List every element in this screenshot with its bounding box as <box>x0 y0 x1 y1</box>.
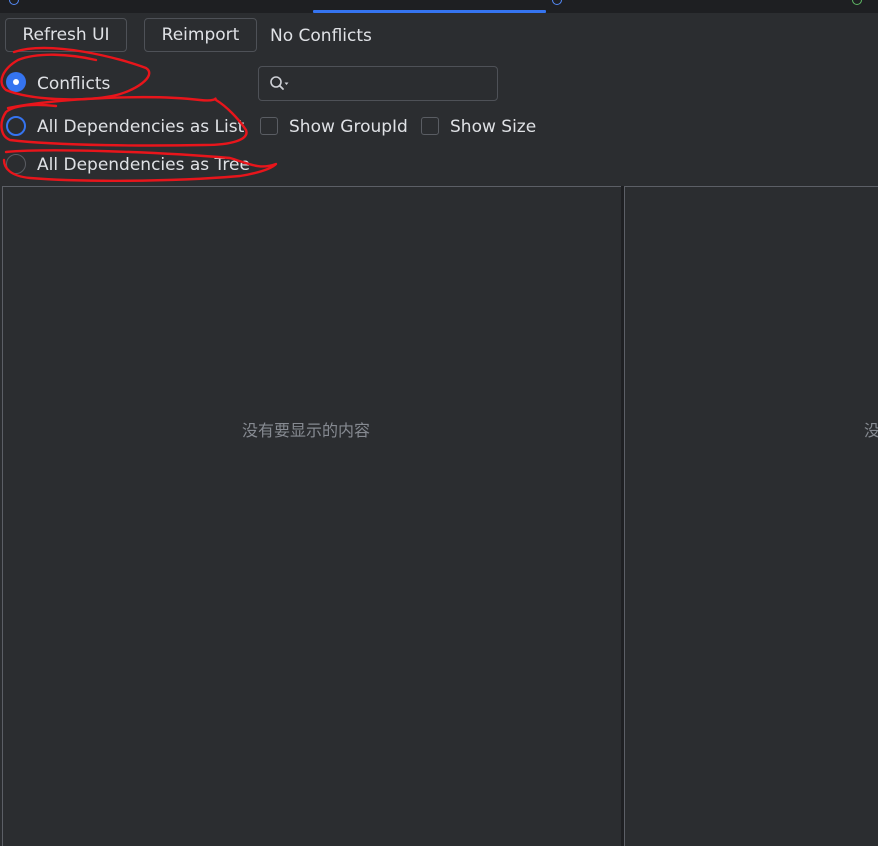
empty-state-text-right: 没 <box>864 421 878 440</box>
reimport-button[interactable]: Reimport <box>144 18 257 52</box>
maven-helper-window: Refresh UI Reimport No Conflicts Conflic… <box>0 0 878 846</box>
show-size-label[interactable]: Show Size <box>450 116 536 138</box>
conflicts-radio[interactable] <box>6 72 26 92</box>
tab-status-icon <box>552 0 562 5</box>
search-input[interactable] <box>295 71 495 98</box>
all-dependencies-list-label[interactable]: All Dependencies as List <box>37 116 244 138</box>
tab-status-icon <box>852 0 862 5</box>
all-dependencies-tree-radio[interactable] <box>6 154 26 174</box>
show-groupid-label[interactable]: Show GroupId <box>289 116 408 138</box>
conflicts-radio-label[interactable]: Conflicts <box>37 73 110 95</box>
refresh-ui-button[interactable]: Refresh UI <box>5 18 127 52</box>
dependency-list-panel[interactable]: 没有要显示的内容 <box>2 186 622 846</box>
search-field[interactable] <box>258 66 498 101</box>
active-tab-indicator <box>313 10 546 13</box>
all-dependencies-list-radio[interactable] <box>6 116 26 136</box>
show-groupid-checkbox[interactable] <box>260 117 278 135</box>
editor-tab-strip <box>0 0 878 13</box>
all-dependencies-tree-label[interactable]: All Dependencies as Tree <box>37 154 250 176</box>
search-icon[interactable] <box>269 75 291 93</box>
empty-state-text: 没有要显示的内容 <box>242 421 371 440</box>
dependency-detail-panel[interactable]: 没 <box>624 186 878 846</box>
tab-status-icon <box>9 0 19 5</box>
show-size-checkbox[interactable] <box>421 117 439 135</box>
conflicts-status-text: No Conflicts <box>270 26 372 46</box>
